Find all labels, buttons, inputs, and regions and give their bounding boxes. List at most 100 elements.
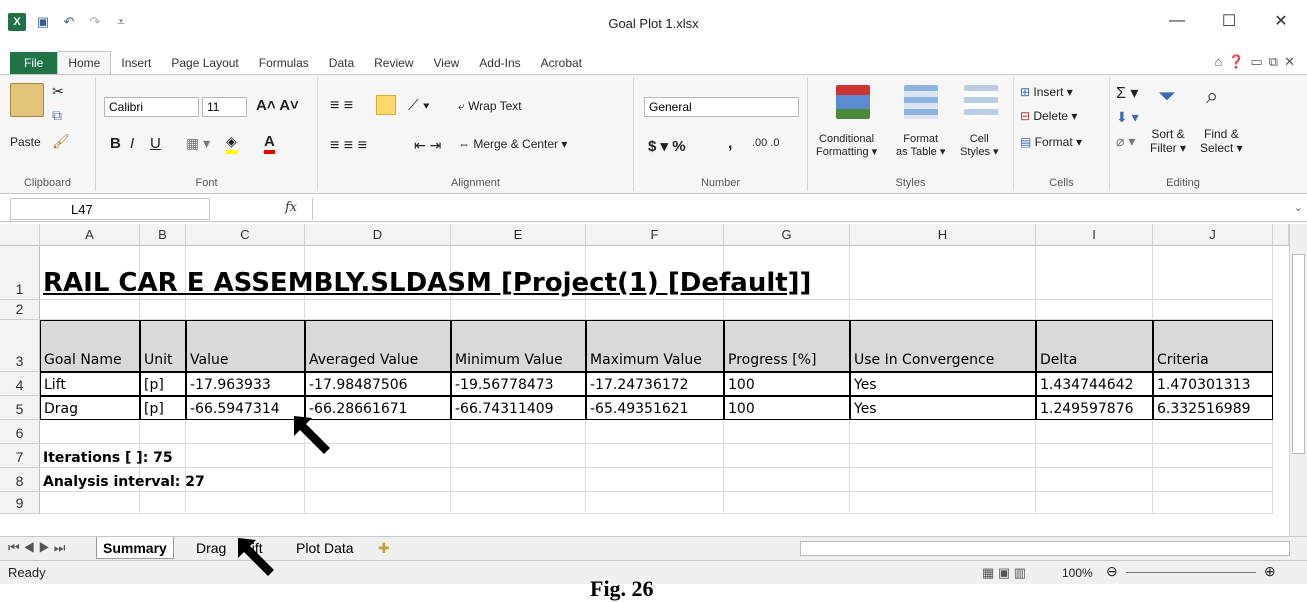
grid-cell[interactable]	[140, 300, 186, 320]
column-header[interactable]: G	[724, 224, 850, 246]
tab-insert[interactable]: Insert	[111, 52, 161, 74]
grid-cell[interactable]	[305, 300, 451, 320]
table-cell[interactable]: -19.56778473	[451, 372, 586, 396]
format-painter-icon[interactable]: 🖌	[52, 133, 70, 150]
grid-cell[interactable]	[586, 468, 724, 492]
paste-button[interactable]: Paste	[10, 135, 41, 149]
zoom-level[interactable]: 100%	[1062, 566, 1093, 580]
grid-cell[interactable]	[451, 492, 586, 514]
table-cell[interactable]: Yes	[850, 372, 1036, 396]
grid-cell[interactable]	[1153, 492, 1273, 514]
tab-acrobat[interactable]: Acrobat	[531, 52, 592, 74]
indent-icon[interactable]: ⇤ ⇥	[414, 137, 441, 154]
font-color-icon[interactable]: A	[264, 133, 275, 154]
font-size-select[interactable]: 11	[202, 97, 247, 117]
row-header[interactable]: 9	[0, 492, 40, 514]
formula-input[interactable]	[312, 198, 1293, 220]
grid-cell[interactable]	[451, 468, 586, 492]
number-format-select[interactable]: General	[644, 97, 799, 117]
merge-center-button[interactable]: ⇔ Merge & Center ▾	[458, 137, 567, 151]
conditional-formatting-icon[interactable]	[836, 85, 870, 119]
align-bottom-icon[interactable]	[376, 95, 396, 115]
tab-file[interactable]: File	[10, 52, 58, 74]
font-name-select[interactable]: Calibri	[104, 97, 199, 117]
table-header-cell[interactable]: Criteria	[1153, 320, 1273, 372]
grid-cell[interactable]	[724, 300, 850, 320]
sheet-tab-plot-data[interactable]: Plot Data	[290, 537, 360, 559]
grid-cell[interactable]	[451, 420, 586, 444]
grid-cell[interactable]	[586, 492, 724, 514]
table-cell[interactable]: 100	[724, 396, 850, 420]
grid-cell[interactable]	[1153, 300, 1273, 320]
table-cell[interactable]: -17.963933	[186, 372, 305, 396]
grid-cell[interactable]	[724, 420, 850, 444]
fill-color-icon[interactable]: ◈	[226, 133, 237, 154]
grid-cell[interactable]	[1036, 444, 1153, 468]
table-cell[interactable]: -65.49351621	[586, 396, 724, 420]
grid-cell[interactable]	[1036, 246, 1153, 300]
grid-cell[interactable]	[186, 300, 305, 320]
name-box[interactable]: L47	[10, 198, 210, 220]
grid-cell[interactable]	[451, 300, 586, 320]
sheet-nav-icon[interactable]: ⏮ ◀ ▶ ⏭	[8, 540, 65, 556]
format-as-table-button[interactable]: Format as Table ▾	[896, 133, 945, 158]
close-button[interactable]: ✕	[1255, 6, 1307, 36]
table-cell[interactable]: Lift	[40, 372, 140, 396]
zoom-out-icon[interactable]: ⊖	[1106, 563, 1118, 580]
italic-button[interactable]: I	[130, 135, 134, 152]
table-header-cell[interactable]: Progress [%]	[724, 320, 850, 372]
table-header-cell[interactable]: Minimum Value	[451, 320, 586, 372]
table-cell[interactable]: -17.24736172	[586, 372, 724, 396]
column-header[interactable]: C	[186, 224, 305, 246]
grow-font-icon[interactable]: A˄ A˅	[256, 97, 299, 114]
find-select-icon[interactable]: ⌕	[1206, 83, 1218, 109]
horizontal-scrollbar[interactable]	[800, 541, 1290, 556]
table-cell[interactable]: -66.5947314	[186, 396, 305, 420]
wrap-text-button[interactable]: ⤶ Wrap Text	[458, 99, 522, 114]
vertical-scrollbar[interactable]	[1289, 224, 1307, 536]
table-header-cell[interactable]: Maximum Value	[586, 320, 724, 372]
column-header[interactable]: B	[140, 224, 186, 246]
grid-cell[interactable]	[850, 420, 1036, 444]
zoom-in-icon[interactable]: ⊕	[1264, 563, 1276, 580]
column-header[interactable]: A	[40, 224, 140, 246]
currency-button[interactable]: $ ▾ %	[648, 137, 686, 155]
grid-cell[interactable]	[1153, 246, 1273, 300]
grid-cell[interactable]	[586, 444, 724, 468]
restore-window-icon[interactable]: ▭	[1251, 54, 1263, 70]
grid-cell[interactable]	[305, 492, 451, 514]
table-cell[interactable]: [p]	[140, 372, 186, 396]
grid-cell[interactable]	[40, 300, 140, 320]
grid-cell[interactable]	[1153, 420, 1273, 444]
autosum-icon[interactable]: Σ ▾	[1116, 83, 1138, 103]
grid-cell[interactable]	[1036, 468, 1153, 492]
find-select-button[interactable]: Find & Select ▾	[1200, 127, 1243, 155]
grid-cell[interactable]	[724, 492, 850, 514]
minimize-ribbon-icon[interactable]: ⌂	[1214, 54, 1222, 70]
row-header[interactable]: 8	[0, 468, 40, 492]
decimal-button[interactable]: .00 .0	[752, 137, 780, 149]
fill-icon[interactable]: ⬇ ▾	[1116, 109, 1139, 126]
grid-cell[interactable]	[586, 300, 724, 320]
tab-formulas[interactable]: Formulas	[249, 52, 319, 74]
cell-styles-icon[interactable]	[964, 85, 998, 119]
insert-cells-button[interactable]: ⊞ Insert ▾	[1020, 85, 1073, 99]
grid-cell[interactable]	[140, 420, 186, 444]
grid-cell[interactable]	[140, 492, 186, 514]
vertical-scroll-thumb[interactable]	[1292, 254, 1305, 454]
conditional-formatting-button[interactable]: Conditional Formatting ▾	[816, 133, 877, 158]
column-header[interactable]	[1273, 224, 1289, 246]
grid-cell[interactable]	[1036, 300, 1153, 320]
tab-data[interactable]: Data	[319, 52, 364, 74]
column-header[interactable]: H	[850, 224, 1036, 246]
fx-icon[interactable]: fx	[285, 200, 297, 215]
tab-home[interactable]: Home	[57, 51, 112, 74]
format-cells-button[interactable]: ▤ Format ▾	[1020, 135, 1082, 149]
bold-button[interactable]: B	[110, 135, 121, 152]
format-table-icon[interactable]	[904, 85, 938, 119]
sort-filter-button[interactable]: Sort & Filter ▾	[1150, 127, 1186, 155]
grid-cell[interactable]	[40, 420, 140, 444]
row-header[interactable]: 5	[0, 396, 40, 420]
table-header-cell[interactable]: Unit	[140, 320, 186, 372]
select-all-corner[interactable]	[0, 224, 40, 246]
